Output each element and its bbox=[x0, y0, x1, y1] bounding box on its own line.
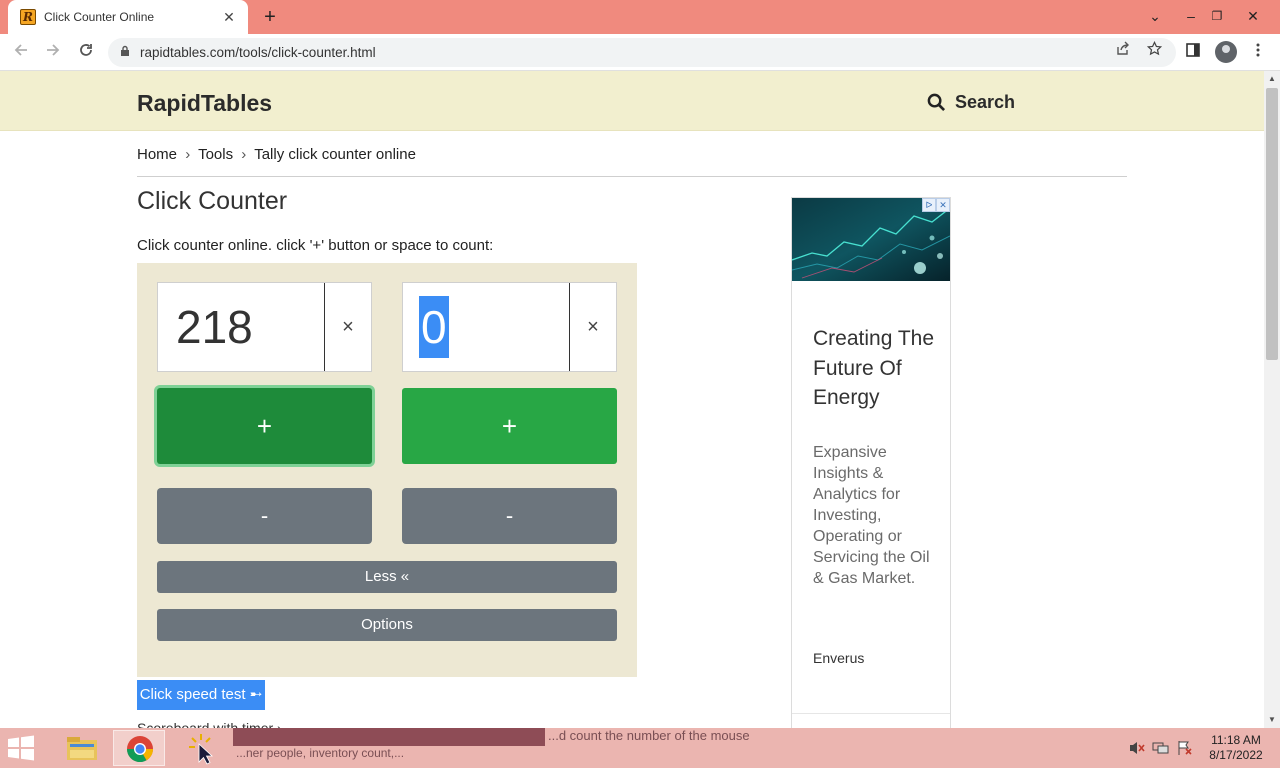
ad-close-icon[interactable]: ✕ bbox=[936, 198, 950, 212]
new-tab-button[interactable]: + bbox=[258, 5, 282, 29]
bookmark-star-icon[interactable] bbox=[1142, 40, 1166, 64]
counter-panel: 218 × 0 × + + - - Less « Options bbox=[137, 263, 637, 677]
tab-close-icon[interactable]: ✕ bbox=[220, 9, 238, 26]
profile-avatar-icon[interactable] bbox=[1215, 41, 1237, 63]
site-logo[interactable]: RapidTables bbox=[137, 90, 272, 117]
restore-button[interactable]: ❐ bbox=[1204, 4, 1230, 28]
ad-body-text[interactable]: Expansive Insights & Analytics for Inves… bbox=[813, 442, 943, 589]
scroll-up-arrow-icon[interactable]: ▲ bbox=[1264, 71, 1280, 87]
breadcrumb-current[interactable]: Tally click counter online bbox=[254, 146, 416, 163]
breadcrumb-tools[interactable]: Tools bbox=[198, 146, 233, 163]
ad-image[interactable]: ᐅ ✕ bbox=[792, 198, 950, 281]
tab-title: Click Counter Online bbox=[44, 10, 155, 24]
counter-2-clear-button[interactable]: × bbox=[569, 283, 616, 371]
browser-toolbar: rapidtables.com/tools/click-counter.html bbox=[0, 34, 1280, 71]
ad-info-icon[interactable]: ᐅ bbox=[922, 198, 936, 212]
side-panel-icon[interactable] bbox=[1180, 40, 1206, 66]
counter-2-minus-button[interactable]: - bbox=[402, 488, 617, 544]
page-title: Click Counter bbox=[137, 187, 288, 215]
browser-tabstrip: R Click Counter Online ✕ + ⌄ – ❐ ✕ bbox=[0, 0, 1280, 34]
options-button[interactable]: Options bbox=[157, 609, 617, 641]
counter-1-plus-button[interactable]: + bbox=[157, 388, 372, 464]
forward-arrow-icon[interactable] bbox=[40, 40, 66, 66]
url-text: rapidtables.com/tools/click-counter.html bbox=[140, 45, 376, 60]
browser-tab[interactable]: R Click Counter Online ✕ bbox=[8, 0, 248, 34]
address-bar[interactable]: rapidtables.com/tools/click-counter.html bbox=[108, 38, 1176, 67]
chrome-taskbar-icon[interactable] bbox=[113, 730, 165, 766]
rapidtables-favicon-icon: R bbox=[20, 9, 36, 25]
advertisement[interactable]: ᐅ ✕ Creating The Future Of Energy Expans… bbox=[791, 197, 951, 728]
reload-icon[interactable] bbox=[73, 40, 99, 66]
site-search-button[interactable]: Search bbox=[927, 92, 1015, 113]
ad-divider bbox=[792, 713, 950, 714]
counter-1-clear-button[interactable]: × bbox=[324, 283, 371, 371]
counter-2-value[interactable]: 0 bbox=[419, 296, 449, 358]
counter-2-plus-button[interactable]: + bbox=[402, 388, 617, 464]
site-header: RapidTables Search bbox=[0, 71, 1264, 131]
network-icon[interactable] bbox=[1152, 740, 1170, 756]
tab-search-dropdown-icon[interactable]: ⌄ bbox=[1142, 4, 1168, 28]
page-viewport: RapidTables Search Home › Tools › Tally … bbox=[0, 71, 1264, 728]
action-center-flag-icon[interactable] bbox=[1176, 740, 1194, 756]
windows-taskbar: ...ner people, inventory count,... ...d … bbox=[0, 728, 1280, 768]
back-arrow-icon[interactable] bbox=[8, 40, 34, 66]
breadcrumb-separator: › bbox=[241, 146, 247, 163]
counter-1-display[interactable]: 218 × bbox=[157, 282, 372, 372]
ad-headline[interactable]: Creating The Future Of Energy bbox=[813, 324, 943, 413]
header-divider bbox=[137, 176, 1127, 177]
click-speed-test-link[interactable]: Click speed test ➸ bbox=[137, 680, 265, 710]
kebab-menu-icon[interactable] bbox=[1245, 40, 1271, 66]
scrollbar-thumb[interactable] bbox=[1266, 88, 1278, 360]
counter-2-display[interactable]: 0 × bbox=[402, 282, 617, 372]
counter-1-value[interactable]: 218 bbox=[174, 296, 255, 358]
file-explorer-taskbar-icon[interactable] bbox=[56, 730, 108, 766]
close-window-button[interactable]: ✕ bbox=[1240, 4, 1266, 28]
search-label: Search bbox=[955, 92, 1016, 112]
window-preview-strip bbox=[233, 728, 545, 746]
ad-brand[interactable]: Enverus bbox=[813, 650, 864, 666]
page-scrollbar[interactable]: ▲ ▼ bbox=[1264, 71, 1280, 728]
minimize-button[interactable]: – bbox=[1178, 4, 1204, 28]
taskbar-ghost-text-right: ...d count the number of the mouse bbox=[548, 728, 750, 743]
cursor-app-taskbar-icon[interactable] bbox=[175, 730, 227, 766]
search-icon bbox=[927, 93, 946, 112]
intro-text: Click counter online. click '+' button o… bbox=[137, 237, 494, 254]
speaker-muted-icon[interactable] bbox=[1128, 740, 1146, 756]
scroll-down-arrow-icon[interactable]: ▼ bbox=[1264, 712, 1280, 728]
share-icon[interactable] bbox=[1110, 40, 1134, 64]
breadcrumb-home[interactable]: Home bbox=[137, 146, 177, 163]
less-button[interactable]: Less « bbox=[157, 561, 617, 593]
ad-choices-badge[interactable]: ᐅ ✕ bbox=[922, 198, 950, 212]
clock-time: 11:18 AM bbox=[1211, 733, 1261, 747]
taskbar-ghost-text: ...ner people, inventory count,... bbox=[236, 746, 405, 760]
breadcrumb-separator: › bbox=[185, 146, 191, 163]
lock-icon[interactable] bbox=[120, 45, 130, 60]
counter-1-minus-button[interactable]: - bbox=[157, 488, 372, 544]
clock-date: 8/17/2022 bbox=[1209, 748, 1263, 762]
system-clock[interactable]: 11:18 AM 8/17/2022 bbox=[1200, 733, 1272, 763]
windows-start-icon[interactable] bbox=[6, 735, 40, 763]
scoreboard-link[interactable]: Scoreboard with timer › bbox=[137, 720, 282, 728]
breadcrumb: Home › Tools › Tally click counter onlin… bbox=[137, 146, 420, 163]
